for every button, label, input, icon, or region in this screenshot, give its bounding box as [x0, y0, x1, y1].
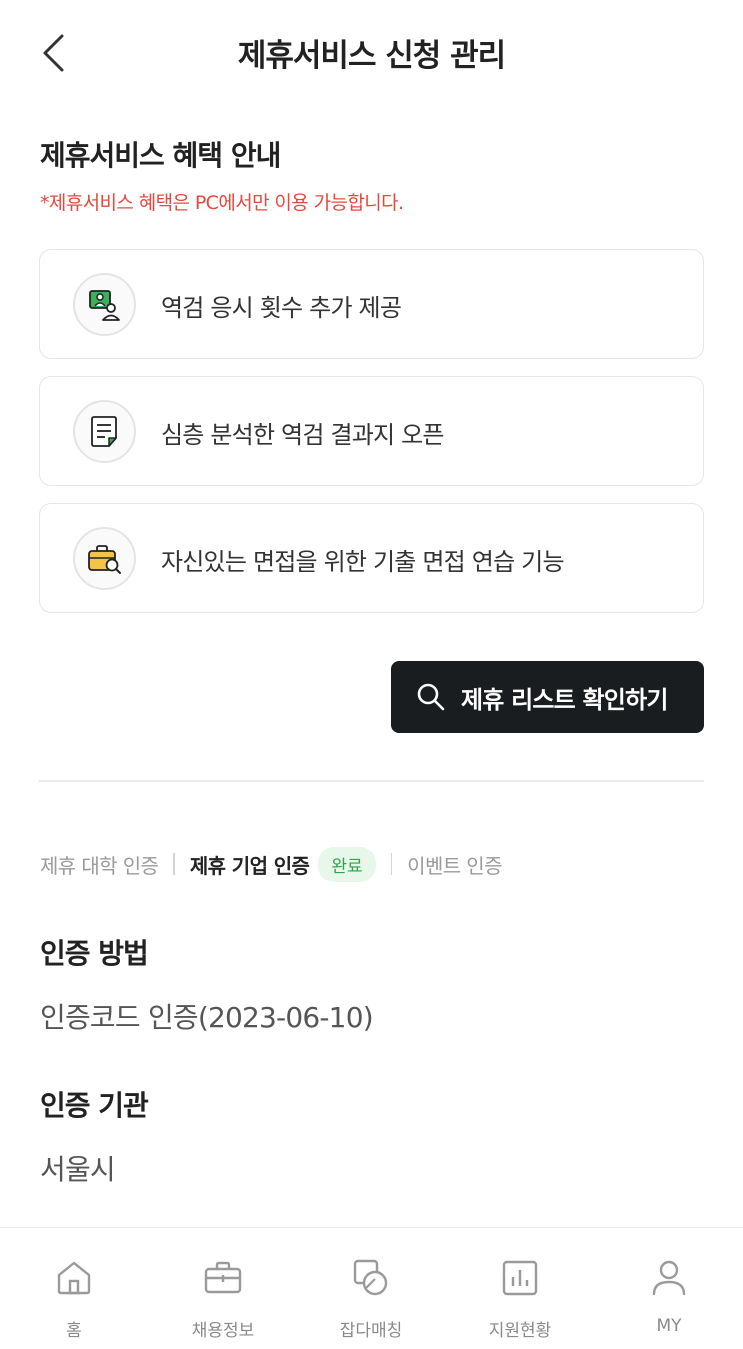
- matching-icon: [353, 1259, 388, 1296]
- user-icon: [652, 1260, 686, 1296]
- bottom-navigation: 홈 채용정보 잡다매칭 지원현황 MY: [0, 1227, 743, 1349]
- benefit-card-result-report: 심층 분석한 역검 결과지 오픈: [39, 376, 704, 486]
- benefit-label: 역검 응시 횟수 추가 제공: [161, 294, 402, 322]
- tab-separator: [173, 853, 175, 875]
- nav-item-status[interactable]: 지원현황: [446, 1228, 594, 1349]
- benefit-card-test-attempts: 역검 응시 횟수 추가 제공: [39, 249, 704, 359]
- section-divider: [39, 780, 704, 782]
- search-icon: [417, 683, 445, 711]
- nav-label-my: MY: [656, 1316, 682, 1336]
- status-badge: 완료: [318, 846, 376, 882]
- cert-org-label: 인증 기관: [40, 1089, 149, 1122]
- cert-method-label: 인증 방법: [40, 937, 149, 970]
- nav-label-matching: 잡다매칭: [339, 1321, 403, 1341]
- tab-university-cert[interactable]: 제휴 대학 인증: [40, 850, 159, 879]
- briefcase-icon: [204, 1261, 242, 1294]
- bar-chart-icon: [502, 1260, 538, 1296]
- nav-item-matching[interactable]: 잡다매칭: [297, 1228, 445, 1349]
- nav-label-status: 지원현황: [488, 1321, 552, 1341]
- benefit-label: 자신있는 면접을 위한 기출 면접 연습 기능: [161, 548, 565, 576]
- nav-item-my[interactable]: MY: [595, 1228, 743, 1349]
- benefit-label: 심층 분석한 역검 결과지 오픈: [161, 421, 444, 449]
- briefcase-search-icon: [73, 527, 136, 590]
- partner-list-button[interactable]: 제휴 리스트 확인하기: [391, 661, 704, 733]
- pc-only-notice: *제휴서비스 혜택은 PC에서만 이용 가능합니다.: [40, 192, 404, 214]
- tab-company-cert[interactable]: 제휴 기업 인증: [190, 850, 310, 879]
- cert-method-value: 인증코드 인증(2023-06-10): [40, 1001, 374, 1034]
- nav-label-jobs: 채용정보: [191, 1321, 255, 1341]
- nav-item-home[interactable]: 홈: [0, 1228, 148, 1349]
- tab-separator: [390, 853, 393, 875]
- tab-event-cert[interactable]: 이벤트 인증: [407, 850, 502, 879]
- cert-org-value: 서울시: [40, 1153, 116, 1186]
- nav-item-jobs[interactable]: 채용정보: [149, 1228, 297, 1349]
- benefit-card-interview-practice: 자신있는 면접을 위한 기출 면접 연습 기능: [39, 503, 704, 613]
- home-icon: [57, 1261, 91, 1295]
- nav-label-home: 홈: [66, 1321, 82, 1341]
- page-title: 제휴서비스 신청 관리: [237, 38, 506, 74]
- page-header: 제휴서비스 신청 관리: [0, 0, 743, 108]
- benefits-section-title: 제휴서비스 혜택 안내: [40, 139, 281, 172]
- aptitude-test-icon: [73, 273, 136, 336]
- certification-tabs: 제휴 대학 인증 제휴 기업 인증 완료 이벤트 인증: [40, 846, 503, 882]
- partner-list-button-label: 제휴 리스트 확인하기: [461, 685, 668, 714]
- report-document-icon: [73, 400, 136, 463]
